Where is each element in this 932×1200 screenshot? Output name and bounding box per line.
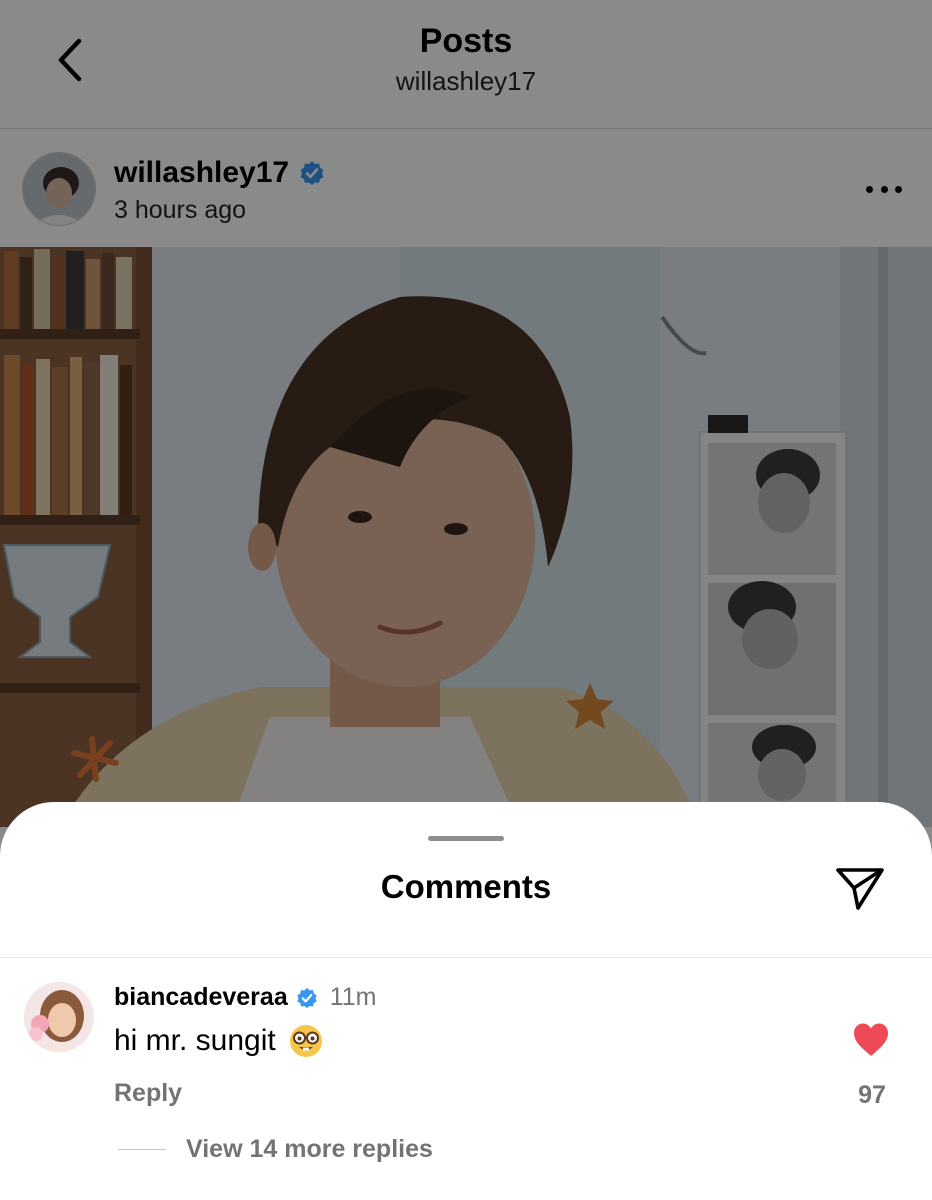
sheet-drag-handle[interactable] xyxy=(428,836,504,841)
comment-timestamp: 11m xyxy=(329,983,377,1011)
reply-button[interactable]: Reply xyxy=(114,1079,182,1108)
comment-text: hi mr. sungit xyxy=(114,1024,276,1057)
more-dot-icon xyxy=(880,185,888,193)
avatar[interactable] xyxy=(22,152,96,226)
page-subtitle: willashley17 xyxy=(395,66,537,96)
paper-plane-icon xyxy=(836,868,884,910)
more-dot-icon xyxy=(895,185,902,193)
replies-divider xyxy=(118,1149,166,1150)
more-options-button[interactable] xyxy=(866,180,902,198)
verified-badge-icon xyxy=(300,161,324,185)
like-button[interactable] xyxy=(852,1022,890,1058)
post-timestamp: 3 hours ago xyxy=(114,196,247,224)
more-dot-icon xyxy=(866,185,873,193)
post-username[interactable]: willashley17 xyxy=(114,156,289,190)
top-nav: Posts willashley17 xyxy=(0,0,932,129)
comment-item: biancadeveraa 11m hi mr. sungit Reply 97… xyxy=(0,977,932,1187)
page-title: Posts xyxy=(419,22,513,60)
nerd-face-emoji-icon xyxy=(289,1025,322,1057)
avatar[interactable] xyxy=(24,982,94,1052)
view-replies-button[interactable]: View 14 more replies xyxy=(186,1135,433,1164)
comments-title: Comments xyxy=(380,868,552,905)
divider xyxy=(0,957,932,958)
post-header: willashley17 3 hours ago xyxy=(0,140,932,246)
comment-username[interactable]: biancadeveraa xyxy=(114,983,288,1012)
verified-badge-icon xyxy=(296,987,317,1008)
comments-sheet: Comments biancadeveraa 11m hi mr. sungit… xyxy=(0,802,932,1200)
post-image[interactable] xyxy=(0,247,932,827)
like-count: 97 xyxy=(858,1081,886,1109)
share-button[interactable] xyxy=(834,864,886,912)
heart-filled-icon xyxy=(854,1023,888,1056)
